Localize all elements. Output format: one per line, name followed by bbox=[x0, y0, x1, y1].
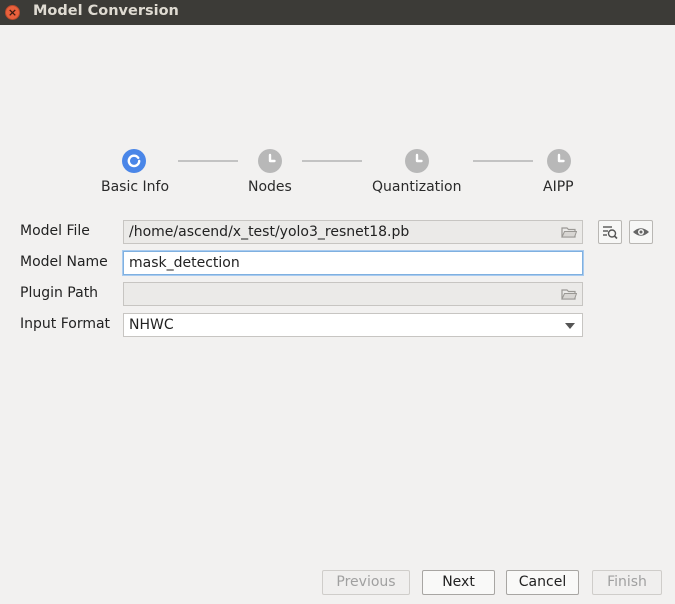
step-label-basic-info: Basic Info bbox=[101, 179, 170, 195]
previous-button[interactable]: Previous bbox=[322, 570, 410, 595]
chevron-down-icon bbox=[565, 323, 575, 329]
model-file-label: Model File bbox=[20, 223, 90, 239]
step-label-quantization: Quantization bbox=[372, 179, 462, 195]
next-button[interactable]: Next bbox=[422, 570, 495, 595]
step-connector bbox=[178, 160, 238, 162]
step-connector bbox=[302, 160, 362, 162]
step-active-icon bbox=[122, 149, 146, 173]
finish-button[interactable]: Finish bbox=[592, 570, 662, 595]
model-name-value: mask_detection bbox=[129, 255, 240, 271]
plugin-path-field[interactable] bbox=[123, 282, 583, 306]
step-label-nodes: Nodes bbox=[248, 179, 292, 195]
model-file-value: /home/ascend/x_test/yolo3_resnet18.pb bbox=[129, 224, 410, 240]
close-window-button[interactable]: × bbox=[5, 5, 20, 20]
clock-icon bbox=[258, 149, 282, 173]
plugin-path-label: Plugin Path bbox=[20, 285, 99, 301]
model-name-input[interactable]: mask_detection bbox=[123, 251, 583, 275]
browse-model-button[interactable] bbox=[598, 220, 622, 244]
input-format-select[interactable]: NHWC bbox=[123, 313, 583, 337]
file-search-icon bbox=[603, 226, 618, 240]
clock-icon bbox=[405, 149, 429, 173]
step-label-aipp: AIPP bbox=[543, 179, 574, 195]
model-file-field[interactable]: /home/ascend/x_test/yolo3_resnet18.pb bbox=[123, 220, 583, 244]
step-connector bbox=[473, 160, 533, 162]
input-format-value: NHWC bbox=[129, 317, 174, 333]
title-bar: × Model Conversion bbox=[0, 0, 675, 25]
input-format-label: Input Format bbox=[20, 316, 111, 332]
clock-icon bbox=[547, 149, 571, 173]
model-name-label: Model Name bbox=[20, 254, 108, 270]
eye-icon bbox=[633, 228, 649, 236]
cancel-button[interactable]: Cancel bbox=[506, 570, 579, 595]
preview-model-button[interactable] bbox=[629, 220, 653, 244]
window-title: Model Conversion bbox=[33, 3, 179, 19]
folder-open-icon[interactable] bbox=[561, 226, 577, 238]
folder-open-icon[interactable] bbox=[561, 288, 577, 300]
